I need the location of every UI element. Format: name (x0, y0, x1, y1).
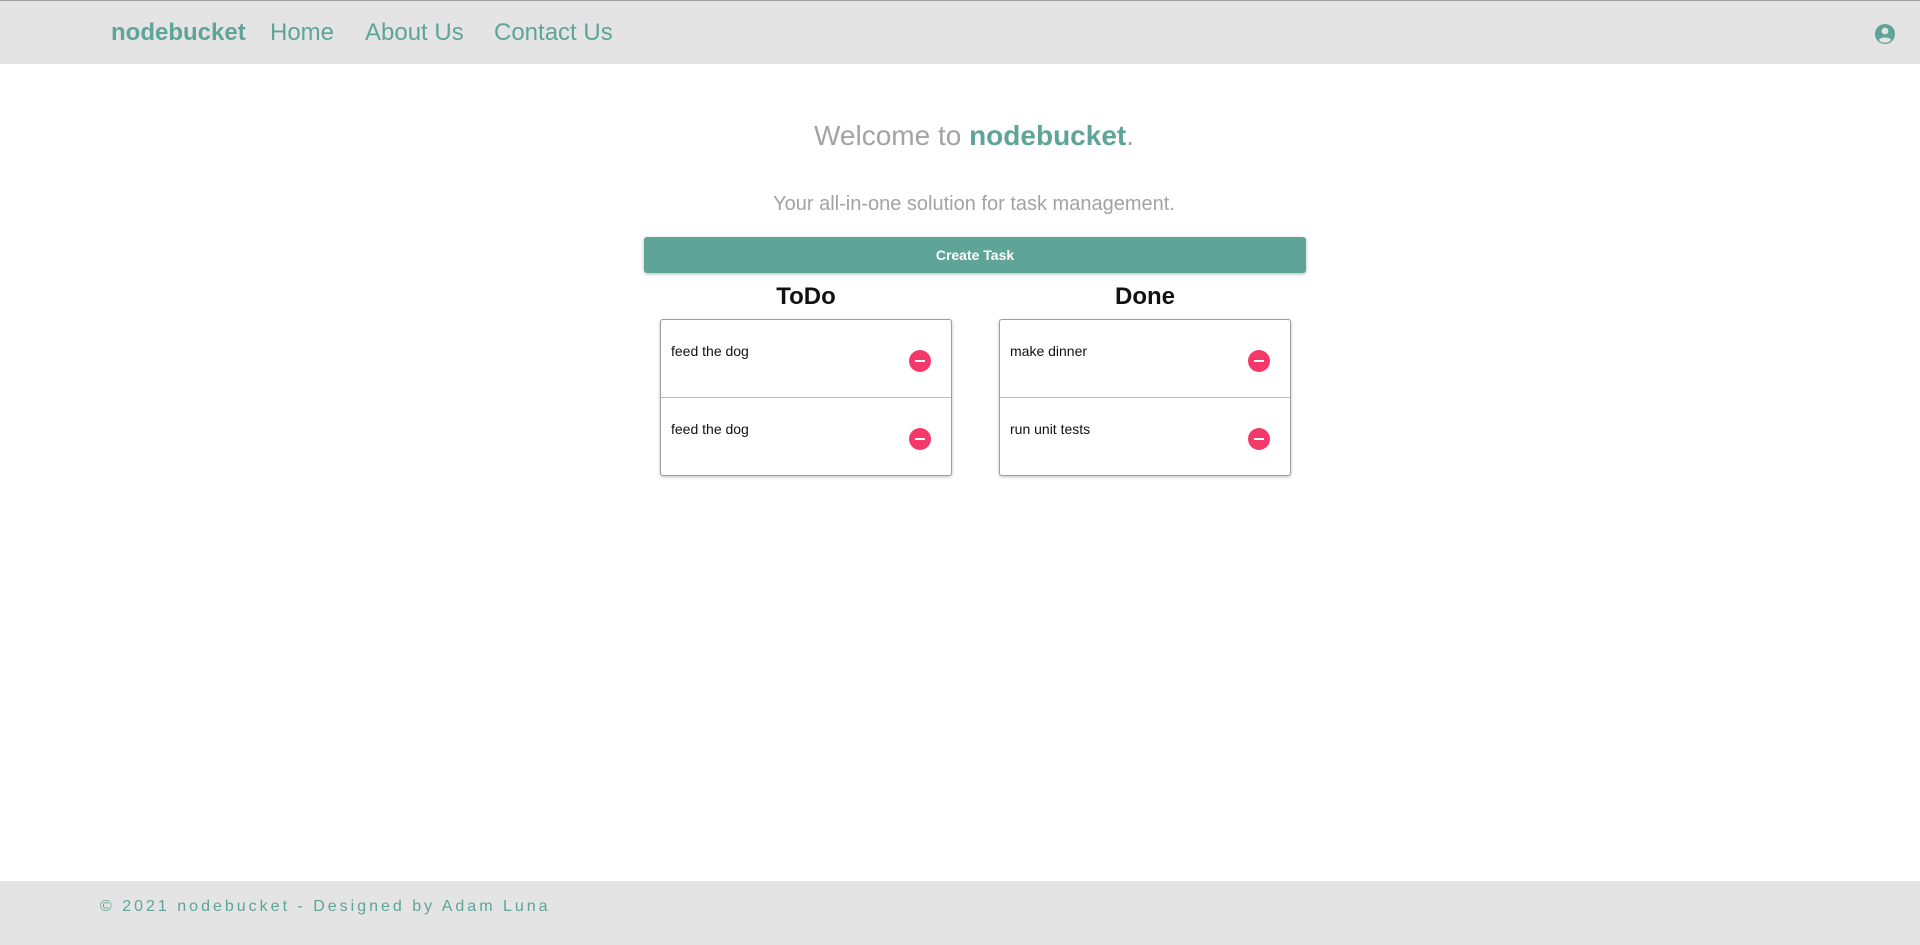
nav-home-link[interactable]: Home (270, 19, 334, 47)
task-text: run unit tests (1010, 421, 1091, 437)
nav-about-us-link[interactable]: About Us (365, 19, 464, 47)
done-column: Done make dinner run unit tests (999, 283, 1291, 476)
delete-task-button[interactable] (1248, 350, 1270, 372)
top-navbar: nodebucket Home About Us Contact Us (0, 0, 1920, 64)
app-root: nodebucket Home About Us Contact Us Welc… (0, 0, 1920, 945)
task-card[interactable]: run unit tests (1000, 398, 1290, 475)
remove-circle-icon (1254, 438, 1264, 440)
brand-link[interactable]: nodebucket (111, 19, 246, 47)
task-card[interactable]: make dinner (1000, 320, 1290, 398)
todo-column: ToDo feed the dog feed the dog (660, 283, 952, 476)
remove-circle-icon (1254, 360, 1264, 362)
create-task-button[interactable]: Create Task (644, 237, 1306, 273)
done-column-title: Done (1115, 283, 1175, 310)
task-card[interactable]: feed the dog (661, 320, 951, 398)
welcome-heading: Welcome to nodebucket. (0, 120, 1920, 152)
delete-task-button[interactable] (1248, 428, 1270, 450)
delete-task-button[interactable] (909, 428, 931, 450)
welcome-prefix: Welcome to (813, 120, 970, 151)
todo-task-list: feed the dog feed the dog (660, 319, 952, 476)
remove-circle-icon (915, 438, 925, 440)
welcome-brand: nodebucket (969, 120, 1127, 151)
task-text: feed the dog (671, 421, 749, 437)
delete-task-button[interactable] (909, 350, 931, 372)
account-circle-icon[interactable] (1874, 23, 1896, 45)
page-footer: © 2021 nodebucket - Designed by Adam Lun… (0, 881, 1920, 945)
task-text: feed the dog (671, 343, 749, 359)
footer-text: © 2021 nodebucket - Designed by Adam Lun… (100, 898, 551, 915)
done-task-list: make dinner run unit tests (999, 319, 1291, 476)
todo-column-title: ToDo (776, 283, 836, 310)
page-subtitle: Your all-in-one solution for task manage… (773, 193, 1175, 215)
task-card[interactable]: feed the dog (661, 398, 951, 475)
welcome-suffix: . (1126, 120, 1134, 151)
task-text: make dinner (1010, 343, 1088, 359)
remove-circle-icon (915, 360, 925, 362)
nav-contact-us-link[interactable]: Contact Us (494, 19, 613, 47)
